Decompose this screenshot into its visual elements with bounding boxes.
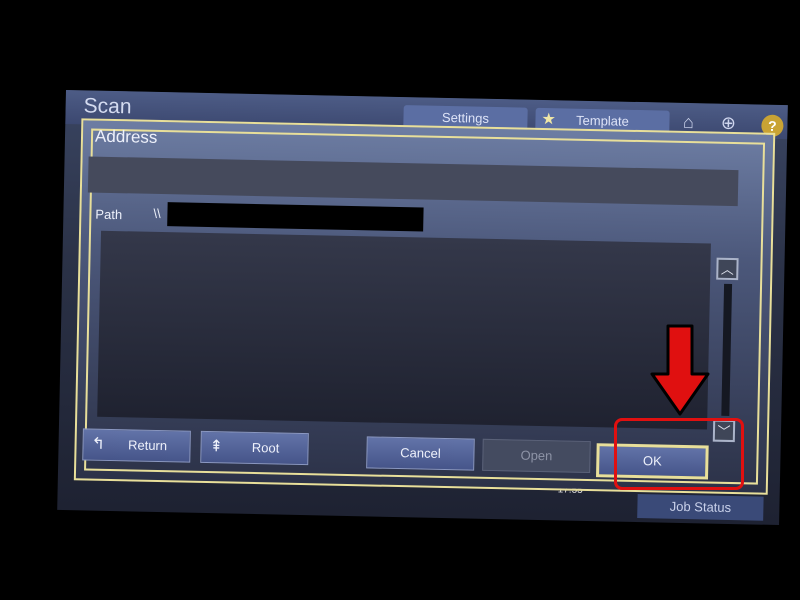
job-status-button[interactable]: Job Status (637, 494, 764, 521)
photo-background: Scan Settings ★ Template ⌂ ⊕ ? 17:55 Job… (0, 0, 800, 600)
cancel-button[interactable]: Cancel (366, 436, 475, 471)
app-title: Scan (83, 94, 132, 119)
root-button[interactable]: ⇞ Root (200, 430, 309, 466)
open-button[interactable]: Open (482, 438, 591, 474)
dialog-title: Address (94, 126, 158, 147)
chevron-up-icon: ︿ (720, 261, 735, 278)
ok-highlight-box (614, 418, 744, 490)
return-button[interactable]: ↰ Return (82, 428, 191, 463)
path-value: \\ (153, 205, 161, 222)
list-scrollbar[interactable]: ︿ ﹀ (712, 257, 741, 444)
root-icon: ⇞ (209, 438, 224, 456)
root-label: Root (251, 439, 280, 456)
scroll-track[interactable] (721, 283, 733, 416)
scroll-up-button[interactable]: ︿ (716, 257, 739, 281)
down-arrow-icon (650, 324, 710, 416)
return-label: Return (127, 437, 168, 454)
return-arrow-icon: ↰ (91, 435, 106, 453)
path-label: Path (95, 206, 123, 223)
folder-list[interactable] (97, 230, 711, 430)
tab-template-label: Template (575, 112, 630, 129)
